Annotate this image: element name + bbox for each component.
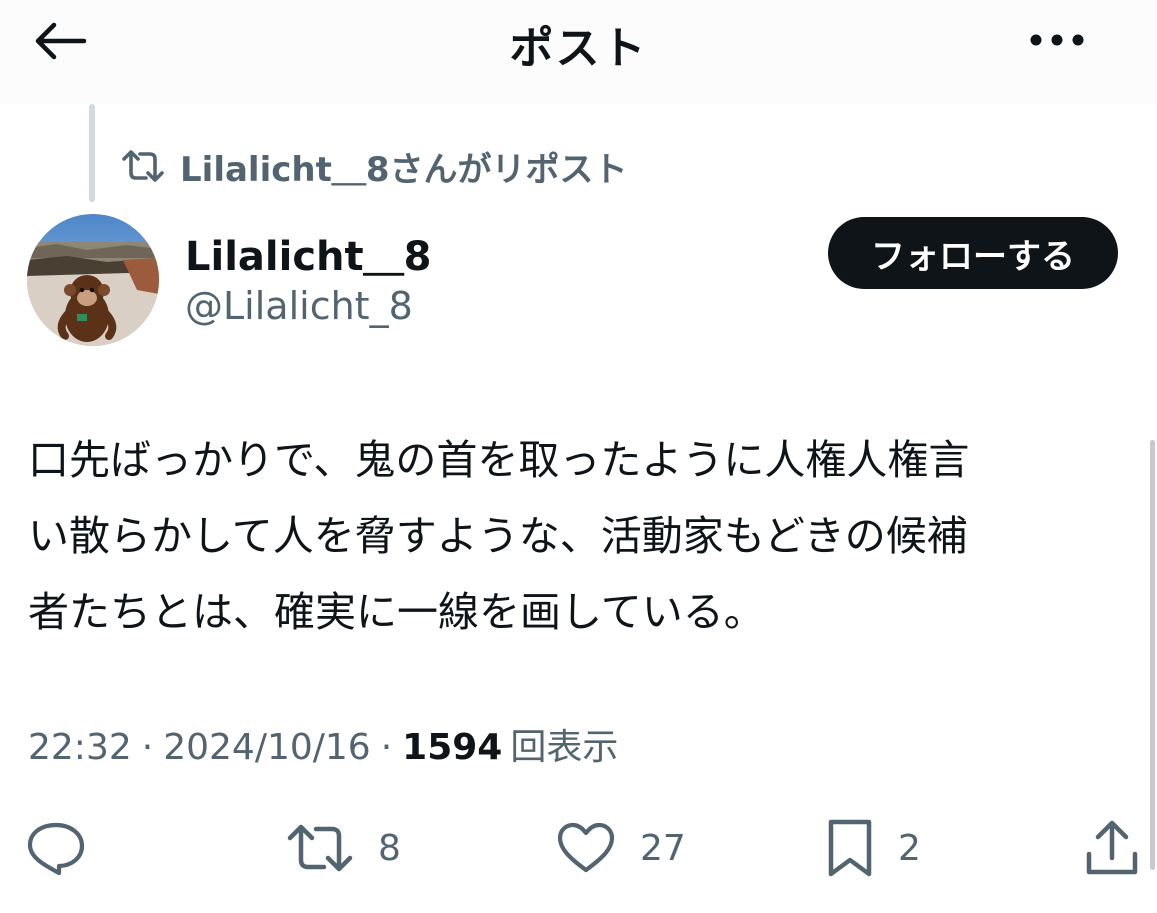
page-title: ポスト [509,23,648,74]
bookmark-button[interactable]: 2 [826,810,921,886]
like-button[interactable]: 27 [556,810,686,886]
display-name[interactable]: Lilalicht＿8 [185,224,431,282]
post-text-line: 者たちとは、確実に一線を画している。 [28,588,765,636]
repost-context[interactable]: Lilalicht＿8さんがリポスト [120,140,628,192]
post-time[interactable]: 22:32 [28,727,132,768]
user-handle[interactable]: @Lilalicht_8 [185,284,413,328]
post-text: 口先ばっかりで、鬼の首を取ったように人権人権言 い散らかして人を脅すような、活動… [28,422,1128,650]
more-options-button[interactable] [1026,18,1088,62]
post-text-line: 口先ばっかりで、鬼の首を取ったように人権人権言 [28,436,970,484]
share-button[interactable] [1084,810,1140,886]
repost-label: Lilalicht＿8さんがリポスト [180,149,628,190]
meta-separator: · [141,727,154,768]
bookmark-count: 2 [898,827,921,869]
post-meta: 22:32 · 2024/10/16 · 1594 回表示 [28,718,618,770]
post-text-line: い散らかして人を脅すような、活動家もどきの候補 [28,512,968,560]
like-count: 27 [640,827,686,869]
thread-line [89,104,95,202]
follow-button[interactable]: フォローする [828,217,1118,289]
views-label: 回表示 [510,727,619,768]
avatar[interactable] [27,214,159,346]
share-icon [1086,820,1138,875]
more-horizontal-icon [1030,34,1084,46]
avatar-image [27,214,159,346]
repost-icon [287,824,353,872]
reply-button[interactable] [26,810,86,886]
reply-icon [27,822,85,876]
scrollbar[interactable] [1150,440,1155,870]
repost-count: 8 [378,827,401,869]
bookmark-icon [828,819,872,877]
heart-icon [557,822,615,873]
top-bar: ポスト [0,0,1157,104]
views-count: 1594 [402,727,503,768]
action-bar: 8 27 2 [0,810,1157,886]
repost-button[interactable]: 8 [286,810,401,886]
post-detail-page: ポスト Lilalicht＿8さんがリポスト Lilalicht＿8 @Lila… [0,0,1157,913]
repost-icon [122,150,164,182]
post-date[interactable]: 2024/10/16 [163,727,371,768]
meta-separator: · [380,727,393,768]
